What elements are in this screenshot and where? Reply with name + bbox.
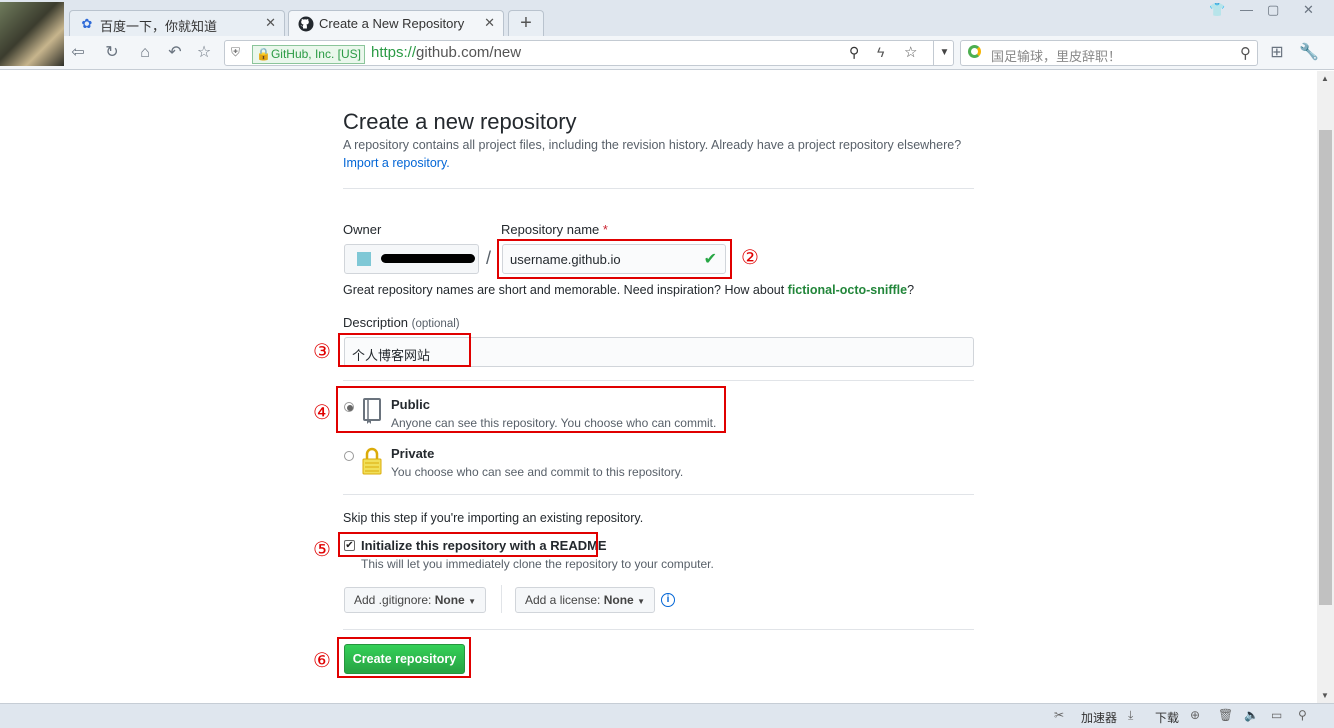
owner-repo-separator: / [486,248,492,268]
window-icon[interactable]: ▭ [1271,708,1282,722]
annotation-box-4 [336,386,726,433]
browser-status-bar: ✂ 加速器 ⤓ 下载 ⊕ 🗑 🔈 ▭ ⚲ [0,703,1334,728]
refresh-icon[interactable]: ↻ [101,42,123,64]
url-text[interactable]: https://github.com/new [371,44,521,61]
annotation-box-2 [497,239,732,279]
favorite-star-icon[interactable]: ☆ [193,42,215,64]
private-radio[interactable] [344,451,354,461]
readme-description: This will let you immediately clone the … [361,557,714,571]
scrollbar-thumb[interactable] [1319,130,1332,605]
search-icon[interactable]: ⚲ [1240,44,1251,62]
undo-close-icon[interactable]: ↶ [164,42,186,64]
divider [501,585,502,613]
tab-baidu[interactable]: ✿ 百度一下，你就知道 ✕ [69,10,285,37]
download-icon[interactable]: ⤓ [1128,708,1133,723]
close-tab-icon[interactable]: ✕ [265,15,276,31]
page-subtitle: A repository contains all project files,… [343,138,962,152]
scroll-down-icon[interactable]: ▼ [1321,691,1329,700]
annotation-number-5: ⑤ [313,537,331,561]
suggested-name[interactable]: fictional-octo-sniffle [788,283,907,297]
divider [343,380,974,381]
tools-wrench-icon[interactable]: 🔧 [1298,42,1320,64]
skip-step-note: Skip this step if you're importing an ex… [343,511,644,525]
lock-icon [361,446,383,476]
tab-label: Create a New Repository [319,16,465,31]
divider [343,188,974,189]
divider [343,494,974,495]
license-select-button[interactable]: Add a license: None ▼ [515,587,655,613]
search-engine-icon [968,45,981,58]
home-icon[interactable]: ⌂ [134,42,156,64]
scroll-up-icon[interactable]: ▲ [1321,74,1329,83]
divider [343,629,974,630]
annotation-number-6: ⑥ [313,648,331,672]
page-title: Create a new repository [343,109,577,134]
annotation-box-3 [338,333,471,367]
gitignore-select-button[interactable]: Add .gitignore: None ▼ [344,587,486,613]
annotation-number-2: ② [741,245,759,269]
owner-label: Owner [343,222,382,237]
apps-grid-icon[interactable]: ⊞ [1266,42,1288,64]
private-description: You choose who can see and commit to thi… [391,465,684,479]
caret-down-icon: ▼ [468,597,476,606]
address-bar[interactable]: ⛨ 🔒GitHub, Inc. [US] https://github.com/… [224,40,954,66]
shield-icon: ⛨ [231,45,241,59]
owner-avatar [357,252,371,266]
description-label: Description (optional) [343,315,460,330]
owner-select-button[interactable] [344,244,479,274]
zoom-search-icon[interactable]: ⚲ [849,44,859,61]
github-octocat-icon [298,16,314,32]
download-button[interactable]: 下载 [1155,709,1179,726]
screenshot-icon[interactable]: ⊕ [1190,708,1200,722]
plugin-icon[interactable]: ✂ [1054,708,1064,722]
import-repository-link[interactable]: Import a repository. [343,156,450,170]
tab-github-new-repo[interactable]: Create a New Repository ✕ [288,10,504,37]
lightning-icon[interactable]: ϟ [877,44,884,60]
private-title: Private [391,446,435,461]
annotation-number-3: ③ [313,339,331,363]
volume-icon[interactable]: 🔈 [1244,708,1259,722]
search-input[interactable]: 国足输球，里皮辞职！ ⚲ [960,40,1258,66]
ev-certificate-badge[interactable]: 🔒GitHub, Inc. [US] [252,45,365,64]
user-avatar[interactable] [0,2,64,66]
maximize-icon[interactable]: ▢ [1267,2,1279,18]
name-suggestion-hint: Great repository names are short and mem… [343,283,915,297]
annotation-box-5 [338,532,598,557]
minimize-icon[interactable]: — [1240,2,1253,17]
repository-name-label: Repository name * [501,222,608,237]
annotation-box-6 [337,637,471,678]
close-tab-icon[interactable]: ✕ [484,15,495,31]
bookmark-star-icon[interactable]: ☆ [904,43,917,61]
annotation-number-4: ④ [313,400,331,424]
caret-down-icon: ▼ [637,597,645,606]
window-close-icon[interactable]: ✕ [1303,2,1314,18]
baidu-paw-icon: ✿ [81,16,93,31]
tab-label: 百度一下，你就知道 [100,19,218,34]
zoom-icon[interactable]: ⚲ [1298,708,1307,722]
redacted-owner-name [381,254,475,263]
trash-icon[interactable]: 🗑 [1218,708,1233,722]
back-icon[interactable]: ⇦ [67,42,89,64]
skin-icon[interactable]: 👕 [1209,2,1225,18]
chevron-down-icon[interactable]: ▼ [933,41,955,65]
new-tab-button[interactable]: + [508,10,544,37]
info-icon[interactable]: i [661,593,675,607]
accelerator-button[interactable]: 加速器 [1081,709,1117,726]
